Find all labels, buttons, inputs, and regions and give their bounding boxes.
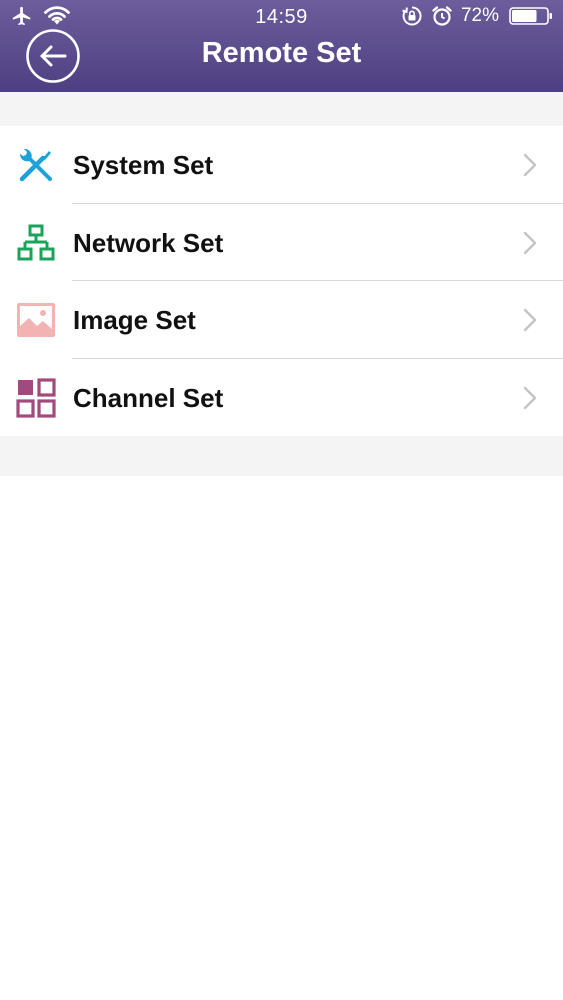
menu-item-label: Network Set — [73, 227, 224, 258]
alarm-icon — [432, 6, 452, 26]
grid-icon — [16, 377, 56, 418]
orientation-lock-icon — [402, 6, 422, 26]
menu-item-label: System Set — [73, 150, 214, 180]
network-icon — [17, 224, 55, 260]
chevron-right-icon — [523, 386, 537, 409]
wrench-screwdriver-icon — [19, 148, 52, 182]
status-right: 72% — [401, 5, 553, 27]
header: 14:59 72% Remote Set — [0, 0, 563, 92]
menu-item-image-set[interactable]: Image Set — [0, 281, 563, 359]
section-spacer-bottom — [0, 436, 563, 476]
settings-menu-list: System Set Network Set Image Set Channel… — [0, 126, 563, 436]
menu-item-channel-set[interactable]: Channel Set — [0, 359, 563, 437]
page-title: Remote Set — [201, 37, 362, 69]
nav-bar: Remote Set — [0, 25, 563, 85]
menu-item-network-set[interactable]: Network Set — [0, 204, 563, 281]
chevron-right-icon — [523, 308, 537, 332]
chevron-right-icon — [523, 153, 537, 177]
menu-item-label: Channel Set — [73, 382, 224, 413]
section-spacer-top — [0, 92, 563, 126]
battery-icon — [509, 7, 552, 25]
chevron-right-icon — [523, 231, 537, 254]
image-icon — [17, 303, 55, 337]
menu-item-system-set[interactable]: System Set — [0, 126, 563, 204]
battery-percent: 72% — [460, 5, 499, 26]
menu-item-label: Image Set — [73, 305, 196, 335]
